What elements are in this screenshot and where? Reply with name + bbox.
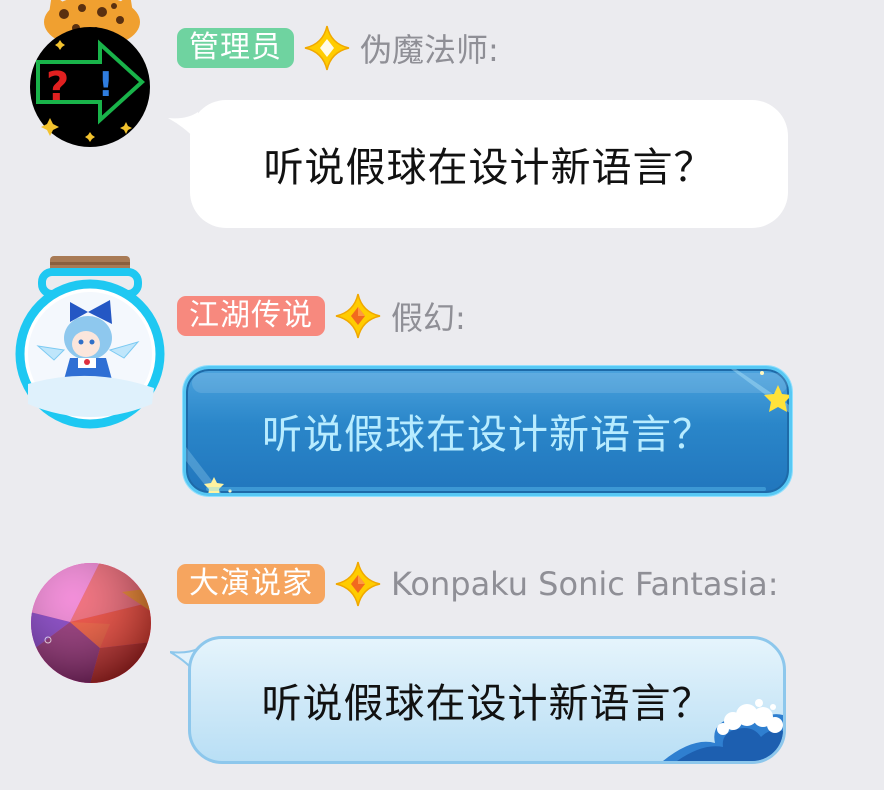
message-text: 听说假球在设计新语言？	[263, 145, 715, 191]
diamond-icon	[304, 25, 350, 71]
message-bubble[interactable]: 听说假球在设计新语言？	[183, 366, 792, 496]
sender-avatar[interactable]	[14, 254, 166, 430]
svg-text:?: ?	[46, 64, 69, 110]
message-header: 大演说家 Konpaku Sonic Fantasia:	[177, 561, 778, 607]
diamond-icon	[335, 561, 381, 607]
bottle-fairy-avatar-icon	[15, 256, 165, 429]
message-text: 听说假球在设计新语言？	[262, 412, 713, 458]
diamond-icon	[335, 293, 381, 339]
chat-message-list: ? ! 管理员 伪魔法师: 听说假球在设计新语言？ 江湖传说 假幻: 听说假球在…	[0, 0, 884, 790]
title-badge: 管理员	[177, 28, 294, 68]
title-badge: 江湖传说	[177, 296, 325, 336]
sender-name[interactable]: 假幻:	[391, 293, 466, 339]
svg-text:!: !	[98, 65, 114, 105]
message-header: 管理员 伪魔法师:	[177, 25, 499, 71]
chat-message: ? ! 管理员 伪魔法师: 听说假球在设计新语言？	[0, 0, 884, 240]
color-sphere-avatar-icon	[31, 563, 151, 683]
title-badge: 大演说家	[177, 564, 325, 604]
message-bubble[interactable]: 听说假球在设计新语言？	[190, 100, 788, 228]
question-exclaim-arrow-avatar-icon: ? !	[30, 0, 150, 147]
chat-message: 大演说家 Konpaku Sonic Fantasia: 听说假球在设计新语言？	[0, 552, 884, 790]
sender-name[interactable]: Konpaku Sonic Fantasia:	[391, 565, 778, 603]
sender-avatar[interactable]	[30, 562, 152, 684]
sender-avatar[interactable]: ? !	[30, 0, 154, 150]
message-text: 听说假球在设计新语言？	[261, 681, 713, 727]
chat-message: 江湖传说 假幻: 听说假球在设计新语言？	[0, 250, 884, 510]
message-bubble[interactable]: 听说假球在设计新语言？	[188, 636, 786, 764]
sender-name[interactable]: 伪魔法师:	[360, 25, 499, 71]
message-header: 江湖传说 假幻:	[177, 293, 466, 339]
